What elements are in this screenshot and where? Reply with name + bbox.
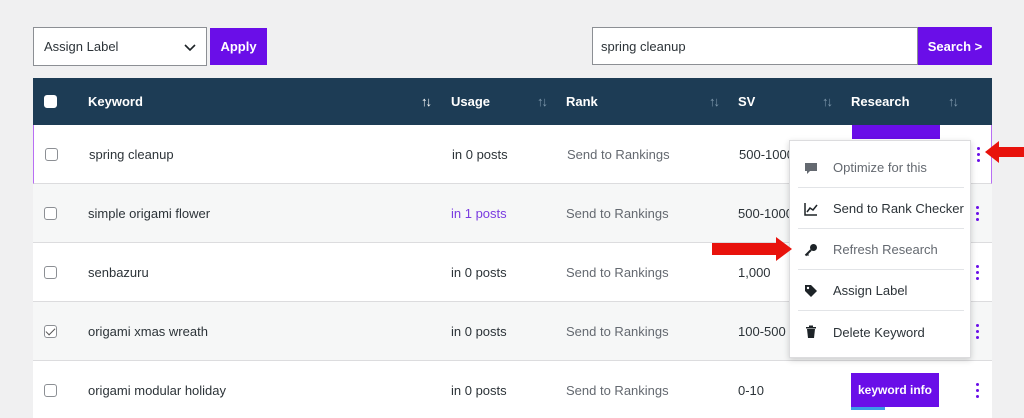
- menu-item-label: Send to Rank Checker: [833, 201, 964, 216]
- column-header-keyword[interactable]: Keyword: [88, 78, 143, 125]
- send-to-rankings-link[interactable]: Send to Rankings: [566, 302, 669, 360]
- menu-item-delete-keyword[interactable]: Delete Keyword: [798, 312, 964, 352]
- row-actions-menu: Optimize for this Send to Rank Checker R…: [789, 140, 971, 358]
- key-icon: [804, 243, 818, 257]
- menu-item-label: Assign Label: [833, 283, 908, 298]
- select-all-cell: [44, 78, 57, 125]
- column-header-research[interactable]: Research: [851, 78, 910, 125]
- menu-item-label: Delete Keyword: [833, 324, 925, 340]
- menu-item-label: Refresh Research: [833, 242, 938, 257]
- sort-icon[interactable]: ↑↓: [421, 94, 432, 109]
- row-checkbox[interactable]: [44, 324, 57, 338]
- row-actions-icon[interactable]: [976, 206, 980, 222]
- keyword-cell: origami modular holiday: [88, 382, 227, 398]
- keyword-cell: simple origami flower: [88, 205, 211, 221]
- sort-icon[interactable]: ↑↓: [537, 94, 548, 109]
- usage-cell: in 0 posts: [451, 264, 507, 280]
- menu-item-send-to-rank-checker[interactable]: Send to Rank Checker: [798, 189, 964, 229]
- pointer-arrow-icon: [985, 141, 1024, 163]
- send-to-rankings-link[interactable]: Send to Rankings: [567, 125, 670, 183]
- sort-icon[interactable]: ↑↓: [822, 94, 833, 109]
- search-input[interactable]: spring cleanup: [592, 27, 918, 65]
- row-checkbox[interactable]: [44, 206, 57, 220]
- search-input-value: spring cleanup: [601, 38, 686, 54]
- row-actions-icon[interactable]: [976, 265, 980, 281]
- trash-icon: [804, 325, 818, 339]
- sv-cell: 500-1000: [738, 205, 793, 221]
- apply-button[interactable]: Apply: [210, 28, 267, 65]
- column-header-sv[interactable]: SV: [738, 78, 755, 125]
- column-header-usage[interactable]: Usage: [451, 78, 490, 125]
- keyword-cell: origami xmas wreath: [88, 323, 208, 339]
- menu-item-assign-label[interactable]: Assign Label: [798, 271, 964, 311]
- select-all-checkbox[interactable]: [44, 95, 57, 108]
- usage-link[interactable]: in 1 posts: [451, 184, 507, 242]
- row-actions-icon[interactable]: [977, 147, 981, 163]
- send-to-rankings-link[interactable]: Send to Rankings: [566, 243, 669, 301]
- sort-icon[interactable]: ↑↓: [948, 94, 959, 109]
- usage-cell: in 0 posts: [451, 323, 507, 339]
- row-checkbox[interactable]: [44, 265, 57, 279]
- menu-item-optimize[interactable]: Optimize for this: [798, 148, 964, 188]
- keyword-cell: senbazuru: [88, 264, 149, 280]
- usage-cell: in 0 posts: [452, 146, 508, 162]
- search-button[interactable]: Search >: [918, 27, 992, 65]
- table-row: origami modular holiday in 0 posts Send …: [33, 361, 992, 418]
- bulk-action-value: Assign Label: [44, 39, 119, 54]
- table-header: Keyword ↑↓ Usage ↑↓ Rank ↑↓ SV ↑↓ Resear…: [33, 78, 992, 125]
- pointer-arrow-icon: [712, 237, 792, 261]
- row-checkbox[interactable]: [45, 147, 58, 161]
- column-header-rank[interactable]: Rank: [566, 78, 598, 125]
- keyword-info-button[interactable]: [852, 125, 940, 139]
- keyword-cell: spring cleanup: [89, 146, 174, 162]
- comment-icon: [804, 161, 818, 175]
- row-actions-icon[interactable]: [976, 324, 980, 340]
- sv-cell: 100-500: [738, 323, 786, 339]
- send-to-rankings-link[interactable]: Send to Rankings: [566, 184, 669, 242]
- keyword-info-indicator: [851, 407, 885, 410]
- row-checkbox[interactable]: [44, 383, 57, 397]
- chevron-down-icon: [184, 44, 196, 52]
- usage-cell: in 0 posts: [451, 382, 507, 398]
- chart-line-icon: [804, 202, 818, 216]
- sv-cell: 500-1000: [739, 146, 794, 162]
- row-actions-icon[interactable]: [976, 383, 980, 399]
- toolbar: Assign Label Apply spring cleanup Search…: [0, 0, 1024, 78]
- keyword-info-button[interactable]: keyword info: [851, 373, 939, 407]
- bulk-action-select[interactable]: Assign Label: [33, 27, 207, 66]
- send-to-rankings-link[interactable]: Send to Rankings: [566, 361, 669, 418]
- menu-item-refresh-research[interactable]: Refresh Research: [798, 230, 964, 270]
- sv-cell: 0-10: [738, 382, 765, 398]
- menu-item-label: Optimize for this: [833, 160, 927, 175]
- sort-icon[interactable]: ↑↓: [709, 94, 720, 109]
- tag-icon: [804, 284, 818, 298]
